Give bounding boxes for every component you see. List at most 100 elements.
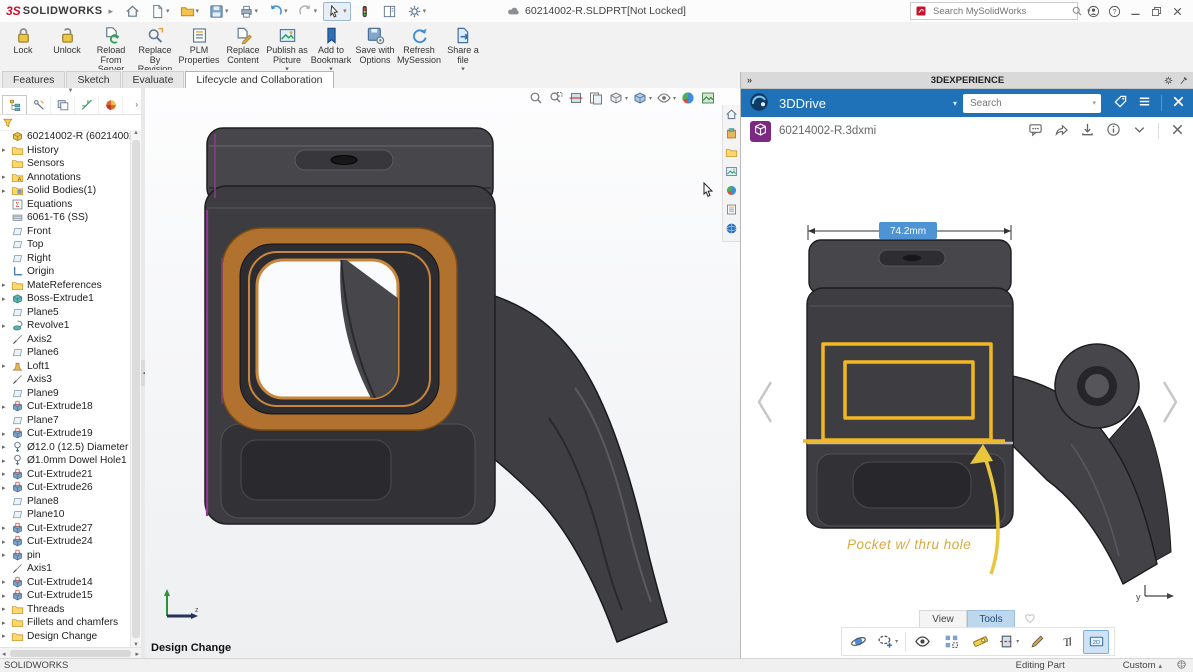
task-pane-tab-file-explorer[interactable] xyxy=(725,146,738,162)
comment-button[interactable] xyxy=(1028,122,1043,140)
logo-flyout-caret[interactable]: ▸ xyxy=(108,6,113,17)
tab-sketch[interactable]: Sketch xyxy=(66,71,121,88)
task-pane-tab-appearances-ball[interactable] xyxy=(725,184,738,200)
expand-arrow-icon[interactable]: ▸ xyxy=(2,362,11,370)
search-icon[interactable] xyxy=(1071,5,1083,17)
ribbon-button-reload-from-server[interactable]: Reload From Server xyxy=(90,25,132,76)
tree-item-loft1[interactable]: ▸ Loft1 xyxy=(0,360,131,374)
tree-item-axis2[interactable]: Axis2 xyxy=(0,333,131,347)
pane-tab-property-manager[interactable] xyxy=(27,95,51,114)
share-arrow-button[interactable] xyxy=(1054,122,1069,140)
ribbon-button-refresh-mysession[interactable]: Refresh MySession xyxy=(397,25,441,66)
tree-item-axis3[interactable]: Axis3 xyxy=(0,373,131,387)
tree-item-right[interactable]: Right xyxy=(0,252,131,266)
expand-arrow-icon[interactable]: ▸ xyxy=(2,322,11,330)
open-button[interactable]: ▾ xyxy=(176,2,204,21)
tree-item-plane5[interactable]: Plane5 xyxy=(0,306,131,320)
pane-tab-dimxpert-manager[interactable] xyxy=(75,95,99,114)
tree-item-cut-extrude14[interactable]: ▸ Cut-Extrude14 xyxy=(0,576,131,590)
task-pane-tab-design-library[interactable] xyxy=(725,127,738,143)
help-button[interactable]: ? xyxy=(1105,5,1124,18)
tree-item-matereferences[interactable]: ▸ MateReferences xyxy=(0,279,131,293)
tree-item-plane9[interactable]: Plane9 xyxy=(0,387,131,401)
zoom-area-button[interactable] xyxy=(548,90,564,106)
ribbon-button-add-to-bookmark[interactable]: Add to Bookmark▾ xyxy=(310,25,352,74)
favorite-heart-button[interactable] xyxy=(1023,611,1037,628)
mysession-status-button[interactable] xyxy=(353,2,376,21)
tree-item-6061-t6-ss[interactable]: 6061-T6 (SS) xyxy=(0,211,131,225)
gear-icon[interactable] xyxy=(1163,75,1174,86)
expand-arrow-icon[interactable]: ▸ xyxy=(2,592,11,600)
print-button[interactable]: ▾ xyxy=(235,2,263,21)
tree-item-cut-extrude26[interactable]: ▸ Cut-Extrude26 xyxy=(0,481,131,495)
dropdown-caret[interactable]: ▾ xyxy=(284,7,288,15)
tree-vertical-scrollbar[interactable]: ▲ ▼ xyxy=(130,130,141,648)
expand-arrow-icon[interactable]: ▸ xyxy=(2,551,11,559)
download-button[interactable] xyxy=(1080,122,1095,140)
expand-arrow-icon[interactable]: ▸ xyxy=(2,484,11,492)
expand-arrow-icon[interactable]: ▸ xyxy=(2,632,11,640)
tree-item-1-0mm-dowel-hole1[interactable]: ▸ Ø1.0mm Dowel Hole1 xyxy=(0,454,131,468)
search-scope-caret[interactable]: ▾ xyxy=(1092,99,1096,107)
expand-arrow-icon[interactable]: ▸ xyxy=(2,187,11,195)
tree-item-fillets-and-chamfers[interactable]: ▸ Fillets and chamfers xyxy=(0,616,131,630)
lasso-select-button[interactable]: ▾ xyxy=(876,631,900,653)
expand-arrow-icon[interactable]: ▸ xyxy=(2,619,11,627)
tree-item-12-0-12-5-diameter-hole1[interactable]: ▸ Ø12.0 (12.5) Diameter Hole1 xyxy=(0,441,131,455)
tree-item-cut-extrude18[interactable]: ▸ Cut-Extrude18 xyxy=(0,400,131,414)
tab-lifecycle-and-collaboration[interactable]: Lifecycle and Collaboration xyxy=(185,71,334,89)
pane-tab-display-manager[interactable] xyxy=(99,95,123,114)
dropdown-caret[interactable]: ▾ xyxy=(196,7,200,15)
dropdown-caret[interactable]: ▾ xyxy=(225,7,229,15)
pin-icon[interactable] xyxy=(1178,75,1189,86)
close-button[interactable] xyxy=(1168,5,1187,18)
ribbon-button-unlock[interactable]: Unlock xyxy=(46,25,88,57)
tree-item-annotations[interactable]: ▸ A Annotations xyxy=(0,171,131,185)
select-components-button[interactable] xyxy=(939,631,963,653)
tree-item-design-change[interactable]: ▸ Design Change xyxy=(0,630,131,644)
nav-next-chevron[interactable] xyxy=(1162,381,1178,423)
dropdown-caret[interactable]: ▾ xyxy=(343,7,347,15)
expand-arrow-icon[interactable]: ▸ xyxy=(2,457,11,465)
appearances-ball-button[interactable] xyxy=(680,90,696,106)
view-orientation-button[interactable]: ▾ xyxy=(632,90,652,106)
expand-arrow-icon[interactable]: ▸ xyxy=(2,605,11,613)
scroll-thumb[interactable] xyxy=(132,140,140,638)
tree-item-top[interactable]: Top xyxy=(0,238,131,252)
ribbon-button-publish-as-picture[interactable]: Publish as Picture▾ xyxy=(266,25,308,74)
tree-item-sensors[interactable]: Sensors xyxy=(0,157,131,171)
tree-item-cut-extrude21[interactable]: ▸ Cut-Extrude21 xyxy=(0,468,131,482)
markup-pen-button[interactable] xyxy=(1026,631,1050,653)
tree-item-cut-extrude27[interactable]: ▸ Cut-Extrude27 xyxy=(0,522,131,536)
close-panel-button[interactable] xyxy=(1171,94,1186,112)
app-name-label[interactable]: 3DDrive xyxy=(779,96,826,111)
options-gear-button[interactable]: ▾ xyxy=(403,2,431,21)
expand-arrow-icon[interactable]: ▸ xyxy=(2,430,11,438)
home-button[interactable] xyxy=(121,2,144,21)
ribbon-button-save-with-options[interactable]: Save with Options xyxy=(354,25,396,66)
funnel-icon[interactable] xyxy=(2,117,14,129)
3d-preview-viewer[interactable]: 74.2mm Pocket w/ thru hole y xyxy=(741,144,1193,607)
part-3d-model[interactable] xyxy=(145,88,740,646)
menu-button[interactable] xyxy=(1137,94,1152,112)
tree-item-plane10[interactable]: Plane10 xyxy=(0,508,131,522)
apply-scene-button[interactable] xyxy=(700,90,716,106)
section-tool-button[interactable]: ▾ xyxy=(997,631,1021,653)
display-style-button[interactable]: ▾ xyxy=(608,90,628,106)
globe-icon[interactable] xyxy=(1176,659,1187,670)
dropdown-caret[interactable]: ▾ xyxy=(649,95,652,102)
expand-arrow-icon[interactable]: ▸ xyxy=(2,403,11,411)
section-view-button[interactable] xyxy=(568,90,584,106)
tree-item-plane8[interactable]: Plane8 xyxy=(0,495,131,509)
tree-item-plane6[interactable]: Plane6 xyxy=(0,346,131,360)
info-button[interactable] xyxy=(1106,122,1121,140)
expand-arrow-icon[interactable]: ▸ xyxy=(2,281,11,289)
tree-item-origin[interactable]: Origin xyxy=(0,265,131,279)
mode-tab-view[interactable]: View xyxy=(919,610,967,628)
minimize-button[interactable] xyxy=(1126,5,1145,18)
tree-item-front[interactable]: Front xyxy=(0,225,131,239)
pane-tab-configuration-manager[interactable] xyxy=(51,95,75,114)
dropdown-caret[interactable]: ▾ xyxy=(314,7,318,15)
expand-arrow-icon[interactable]: ▸ xyxy=(2,443,11,451)
dock-collapse-button[interactable]: » xyxy=(741,75,752,85)
